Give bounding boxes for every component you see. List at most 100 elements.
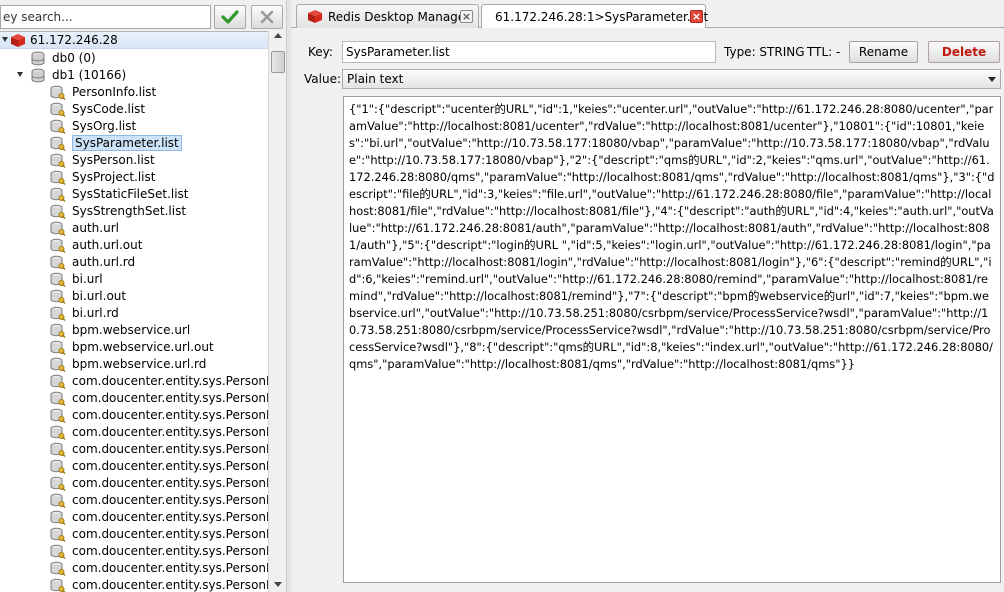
connections-pane: 61.172.246.28 db0 (0) db1 (10166) xyxy=(0,0,286,592)
tree-key-item[interactable]: com.doucenter.entity.sys.PersonInfo xyxy=(0,424,268,441)
key-icon xyxy=(50,340,66,355)
key-label: com.doucenter.entity.sys.PersonInfo xyxy=(72,493,268,507)
clear-filter-button[interactable] xyxy=(251,5,283,29)
tree-key-item[interactable]: bpm.webservice.url.out xyxy=(0,339,268,356)
key-search-input[interactable] xyxy=(0,5,211,29)
value-content: {"1":{"descript":"ucenter的URL","id":1,"k… xyxy=(349,102,995,371)
value-format-select[interactable]: Plain text xyxy=(342,69,1001,89)
tree-key-item[interactable]: com.doucenter.entity.sys.PersonInfo xyxy=(0,526,268,543)
key-icon xyxy=(50,170,66,185)
tree-key-item[interactable]: com.doucenter.entity.sys.PersonInfo xyxy=(0,543,268,560)
key-label: bpm.webservice.url.out xyxy=(72,340,214,354)
value-text-area[interactable]: {"1":{"descript":"ucenter的URL","id":1,"k… xyxy=(343,96,1001,583)
key-label: com.doucenter.entity.sys.PersonInfo xyxy=(72,476,268,490)
key-icon xyxy=(50,374,66,389)
close-tab-icon[interactable]: × xyxy=(460,10,473,23)
tree-key-item[interactable]: bi.url.rd xyxy=(0,305,268,322)
key-label: com.doucenter.entity.sys.PersonInfo xyxy=(72,544,268,558)
tree-key-item[interactable]: com.doucenter.entity.sys.PersonInfo xyxy=(0,458,268,475)
tree-key-item[interactable]: auth.url.rd xyxy=(0,254,268,271)
key-icon xyxy=(50,527,66,542)
expand-arrow-icon[interactable] xyxy=(2,37,8,42)
key-search-bar xyxy=(0,4,286,30)
tree-server-node[interactable]: 61.172.246.28 xyxy=(0,32,268,49)
tree-db-node-db0[interactable]: db0 (0) xyxy=(0,50,268,67)
key-label: com.doucenter.entity.sys.PersonInfo xyxy=(72,527,268,541)
key-icon xyxy=(50,306,66,321)
scrollbar-thumb[interactable] xyxy=(271,51,285,73)
tree-scrollbar[interactable] xyxy=(268,31,286,592)
close-tab-icon[interactable]: × xyxy=(690,10,703,23)
tree-key-item[interactable]: com.doucenter.entity.sys.PersonInfo xyxy=(0,475,268,492)
chevron-down-icon xyxy=(988,77,996,82)
key-icon xyxy=(50,323,66,338)
tree-key-item[interactable]: bpm.webservice.url xyxy=(0,322,268,339)
key-label: com.doucenter.entity.sys.PersonInfo xyxy=(72,442,268,456)
tree-key-item[interactable]: SysStrengthSet.list xyxy=(0,203,268,220)
selected-format: Plain text xyxy=(347,72,404,86)
key-label: bi.url.rd xyxy=(72,306,119,320)
rename-button[interactable]: Rename xyxy=(849,41,918,63)
scroll-down-icon[interactable] xyxy=(274,582,282,587)
tab-sysparameter-list[interactable]: 61.172.246.28:1>SysParameter.list × xyxy=(481,4,709,29)
server-label: 61.172.246.28 xyxy=(30,33,118,47)
key-icon xyxy=(50,153,66,168)
expand-arrow-icon[interactable] xyxy=(17,72,23,77)
key-icon xyxy=(50,255,66,270)
key-icon xyxy=(50,544,66,559)
redis-logo-icon xyxy=(308,10,322,23)
tree-key-item[interactable]: auth.url.out xyxy=(0,237,268,254)
tree-key-item[interactable]: bi.url.out xyxy=(0,288,268,305)
tree-key-item[interactable]: SysProject.list xyxy=(0,169,268,186)
tree-key-item[interactable]: SysStaticFileSet.list xyxy=(0,186,268,203)
tree-key-item[interactable]: com.doucenter.entity.sys.PersonInfo xyxy=(0,441,268,458)
key-label: com.doucenter.entity.sys.PersonInfo xyxy=(72,391,268,405)
delete-button[interactable]: Delete xyxy=(928,41,1000,63)
key-label: auth.url.rd xyxy=(72,255,136,269)
apply-filter-button[interactable] xyxy=(214,5,246,29)
key-icon xyxy=(50,510,66,525)
tree-key-item[interactable]: bi.url xyxy=(0,271,268,288)
key-icon xyxy=(50,408,66,423)
scroll-up-icon[interactable] xyxy=(274,33,282,38)
tree-key-item[interactable]: bpm.webservice.url.rd xyxy=(0,356,268,373)
key-icon xyxy=(50,136,66,151)
key-icon xyxy=(50,85,66,100)
connection-tree[interactable]: 61.172.246.28 db0 (0) db1 (10166) Person… xyxy=(0,31,268,592)
tree-key-item[interactable]: com.doucenter.entity.sys.PersonInfo xyxy=(0,390,268,407)
db-label: db0 (0) xyxy=(52,51,96,65)
key-label: bi.url xyxy=(72,272,103,286)
tree-db-node-db1[interactable]: db1 (10166) xyxy=(0,67,268,84)
tab-label: Redis Desktop Manager xyxy=(328,10,471,24)
tree-key-item[interactable]: SysOrg.list xyxy=(0,118,268,135)
db-label: db1 (10166) xyxy=(52,68,127,82)
tree-key-item[interactable]: com.doucenter.entity.sys.PersonInfo xyxy=(0,509,268,526)
tab-redis-desktop-manager[interactable]: Redis Desktop Manager × xyxy=(296,4,479,29)
tree-key-item[interactable]: com.doucenter.entity.sys.PersonInfo xyxy=(0,373,268,390)
key-label: com.doucenter.entity.sys.PersonInfo xyxy=(72,510,268,524)
tree-key-item[interactable]: PersonInfo.list xyxy=(0,84,268,101)
key-label: SysStrengthSet.list xyxy=(72,204,187,218)
tree-key-item[interactable]: com.doucenter.entity.sys.PersonInfo xyxy=(0,560,268,577)
key-editor-panel: Key: Type: STRING TTL: - Rename Delete V… xyxy=(291,28,1004,592)
tree-key-item[interactable]: SysParameter.list xyxy=(0,135,268,152)
key-icon xyxy=(50,272,66,287)
key-icon xyxy=(50,289,66,304)
key-icon xyxy=(50,221,66,236)
database-icon xyxy=(31,51,45,66)
key-icon xyxy=(50,442,66,457)
key-name-input[interactable] xyxy=(342,41,716,63)
tree-key-item[interactable]: com.doucenter.entity.sys.PersonInfo xyxy=(0,577,268,592)
tree-key-item[interactable]: SysCode.list xyxy=(0,101,268,118)
key-label: com.doucenter.entity.sys.PersonInfo xyxy=(72,561,268,575)
tab-label: 61.172.246.28:1>SysParameter.list xyxy=(495,10,709,24)
database-icon xyxy=(31,68,45,83)
tree-key-item[interactable]: com.doucenter.entity.sys.PersonInfo xyxy=(0,407,268,424)
key-label: com.doucenter.entity.sys.PersonInfo xyxy=(72,459,268,473)
tree-key-item[interactable]: auth.url xyxy=(0,220,268,237)
tree-key-item[interactable]: SysPerson.list xyxy=(0,152,268,169)
tab-bar: Redis Desktop Manager × 61.172.246.28:1>… xyxy=(291,0,1004,29)
tree-key-item[interactable]: com.doucenter.entity.sys.PersonInfo xyxy=(0,492,268,509)
key-label: bpm.webservice.url.rd xyxy=(72,357,207,371)
redis-server-icon xyxy=(11,34,25,47)
